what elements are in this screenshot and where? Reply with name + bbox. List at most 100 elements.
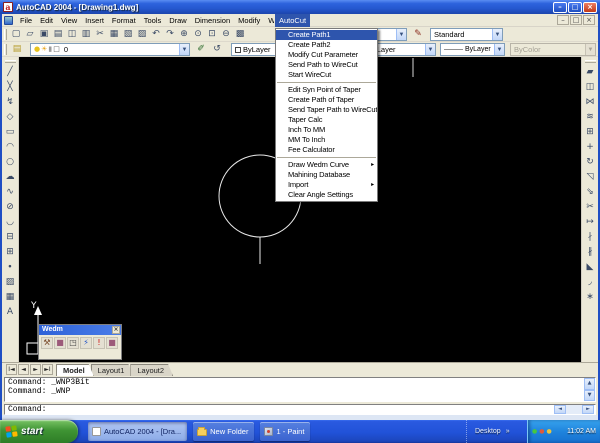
menu-item-mahining-database[interactable]: Mahining Database bbox=[276, 170, 377, 180]
copy-object-button[interactable]: ◫ bbox=[583, 80, 598, 95]
menubar-item[interactable]: Insert bbox=[81, 14, 108, 27]
tray-icon-1[interactable]: ● bbox=[532, 429, 537, 435]
revcloud-button[interactable]: ☁ bbox=[3, 170, 18, 185]
insert-block-button[interactable]: ⊟ bbox=[3, 230, 18, 245]
text-style-combo[interactable]: Standard ▼ bbox=[430, 28, 503, 41]
menu-item-mm-to-inch[interactable]: MM To Inch bbox=[276, 135, 377, 145]
spline-button[interactable]: ∿ bbox=[3, 185, 18, 200]
properties-button[interactable]: ▩ bbox=[233, 28, 247, 42]
circle-button[interactable]: ○ bbox=[3, 155, 18, 170]
menu-item-clear-angle-settings[interactable]: Clear Angle Settings bbox=[276, 190, 377, 200]
menubar-item[interactable]: Tools bbox=[140, 14, 166, 27]
hatch-button[interactable]: ▨ bbox=[3, 275, 18, 290]
zoom-realtime-button[interactable]: ⊙ bbox=[191, 28, 205, 42]
scale-button[interactable]: ◹ bbox=[583, 170, 598, 185]
toolbar-grip[interactable] bbox=[4, 44, 7, 55]
taskbar-button-paint[interactable]: 1 - Paint bbox=[260, 422, 310, 441]
line-button[interactable]: ╱ bbox=[3, 65, 18, 80]
extend-button[interactable]: ↦ bbox=[583, 215, 598, 230]
menubar-item[interactable]: Edit bbox=[36, 14, 57, 27]
undo-button[interactable]: ↶ bbox=[149, 28, 163, 42]
menubar-item[interactable]: Format bbox=[108, 14, 140, 27]
tab-nav-button[interactable]: ► bbox=[30, 364, 41, 375]
menubar-item[interactable]: Dimension bbox=[191, 14, 234, 27]
menu-item-create-path1[interactable]: Create Path1 bbox=[276, 30, 377, 40]
save-button[interactable]: ▣ bbox=[37, 28, 51, 42]
region-button[interactable]: ▦ bbox=[3, 290, 18, 305]
menu-item-inch-to-mm[interactable]: Inch To MM bbox=[276, 125, 377, 135]
explode-button[interactable]: ∗ bbox=[583, 290, 598, 305]
tab-nav-button[interactable]: I◄ bbox=[6, 364, 17, 375]
start-button[interactable]: start bbox=[0, 420, 78, 443]
fillet-button[interactable]: ◞ bbox=[583, 275, 598, 290]
menu-item-modify-cut-parameter[interactable]: Modify Cut Parameter bbox=[276, 50, 377, 60]
offset-button[interactable]: ≋ bbox=[583, 110, 598, 125]
cut-button[interactable]: ✂ bbox=[93, 28, 107, 42]
wedm-close-button[interactable]: × bbox=[112, 326, 120, 334]
rectangle-button[interactable]: ▭ bbox=[3, 125, 18, 140]
plot-button[interactable]: ▤ bbox=[51, 28, 65, 42]
menu-item-edit-syn-point-of-taper[interactable]: Edit Syn Point of Taper bbox=[276, 85, 377, 95]
arc-button[interactable]: ◠ bbox=[3, 140, 18, 155]
open-button[interactable]: ▱ bbox=[23, 28, 37, 42]
menu-item-create-path2[interactable]: Create Path2 bbox=[276, 40, 377, 50]
make-block-button[interactable]: ⊞ bbox=[3, 245, 18, 260]
break-at-point-button[interactable]: ∤ bbox=[583, 230, 598, 245]
menu-item-send-path-to-wirecut[interactable]: Send Path to WireCut bbox=[276, 60, 377, 70]
menu-item-send-taper-path-to-wirecut[interactable]: Send Taper Path to WireCut bbox=[276, 105, 377, 115]
lineweight-combo[interactable]: ——— ByLayer ▼ bbox=[440, 43, 505, 56]
child-restore-button[interactable]: □ bbox=[570, 15, 582, 25]
toolbar-grip[interactable] bbox=[5, 60, 16, 63]
menubar-item[interactable]: Window bbox=[264, 14, 274, 27]
stretch-button[interactable]: ⇘ bbox=[583, 185, 598, 200]
array-button[interactable]: ⊞ bbox=[583, 125, 598, 140]
wedm-button-5[interactable]: ! bbox=[93, 337, 105, 349]
scrollbar-track[interactable] bbox=[566, 405, 582, 414]
erase-button[interactable]: ▰ bbox=[583, 65, 598, 80]
tab-layout1[interactable]: Layout1 bbox=[91, 364, 134, 376]
wedm-button-4[interactable]: ⚡ bbox=[80, 337, 92, 349]
toolbar-grip[interactable] bbox=[4, 29, 7, 40]
tab-layout2[interactable]: Layout2 bbox=[130, 364, 173, 376]
wedm-button-3[interactable]: ◳ bbox=[67, 337, 79, 349]
command-input[interactable]: Command: ◄ ► bbox=[4, 404, 596, 415]
tab-nav-button[interactable]: ◄ bbox=[18, 364, 29, 375]
point-button[interactable]: ∙ bbox=[3, 260, 18, 275]
move-button[interactable]: + bbox=[583, 140, 598, 155]
child-close-button[interactable]: × bbox=[583, 15, 595, 25]
layer-combo[interactable]: ●☀▮□ 0 ▼ bbox=[30, 43, 190, 56]
menubar-item[interactable]: Modify bbox=[234, 14, 264, 27]
wedm-button-6[interactable]: ■ bbox=[106, 337, 118, 349]
rotate-button[interactable]: ↻ bbox=[583, 155, 598, 170]
construction-line-button[interactable]: ╳ bbox=[3, 80, 18, 95]
menu-item-create-path-of-taper[interactable]: Create Path of Taper bbox=[276, 95, 377, 105]
chamfer-button[interactable]: ◣ bbox=[583, 260, 598, 275]
layer-properties-button[interactable]: ▤ bbox=[10, 42, 24, 56]
command-hscrollbar[interactable]: ◄ ► bbox=[554, 405, 594, 414]
ellipse-button[interactable]: ⊘ bbox=[3, 200, 18, 215]
command-history[interactable]: Command: _WNP3BitCommand: _WNP ▲ ▼ bbox=[4, 377, 596, 402]
tray-icon-2[interactable]: ● bbox=[539, 429, 544, 435]
tray-icon-3[interactable]: ● bbox=[547, 429, 552, 435]
copy-button[interactable]: ▦ bbox=[107, 28, 121, 42]
match-properties-button[interactable]: ▨ bbox=[135, 28, 149, 42]
break-button[interactable]: ∦ bbox=[583, 245, 598, 260]
mirror-button[interactable]: ⋈ bbox=[583, 95, 598, 110]
wedm-button-1[interactable]: ⚒ bbox=[41, 337, 53, 349]
scroll-down-icon[interactable]: ▼ bbox=[584, 390, 595, 402]
plot-preview-button[interactable]: ◫ bbox=[65, 28, 79, 42]
minimize-button[interactable]: – bbox=[553, 2, 567, 13]
tab-model[interactable]: Model bbox=[56, 364, 94, 376]
zoom-window-button[interactable]: ⊡ bbox=[205, 28, 219, 42]
layer-translate-button[interactable]: ✎ bbox=[411, 27, 425, 41]
scroll-left-icon[interactable]: ◄ bbox=[554, 405, 566, 414]
menu-item-import[interactable]: Import ▸ bbox=[276, 180, 377, 190]
restore-button[interactable]: □ bbox=[568, 2, 582, 13]
pan-button[interactable]: ⊕ bbox=[177, 28, 191, 42]
wedm-palette[interactable]: Wedm × ⚒■◳⚡!■ bbox=[38, 324, 122, 360]
redo-button[interactable]: ↷ bbox=[163, 28, 177, 42]
taskbar-button-autocad[interactable]: AutoCAD 2004 - [Dra... bbox=[88, 422, 187, 441]
wedm-button-2[interactable]: ■ bbox=[54, 337, 66, 349]
mtext-button[interactable]: A bbox=[3, 305, 18, 320]
taskbar-button-new-folder[interactable]: New Folder bbox=[193, 422, 254, 441]
